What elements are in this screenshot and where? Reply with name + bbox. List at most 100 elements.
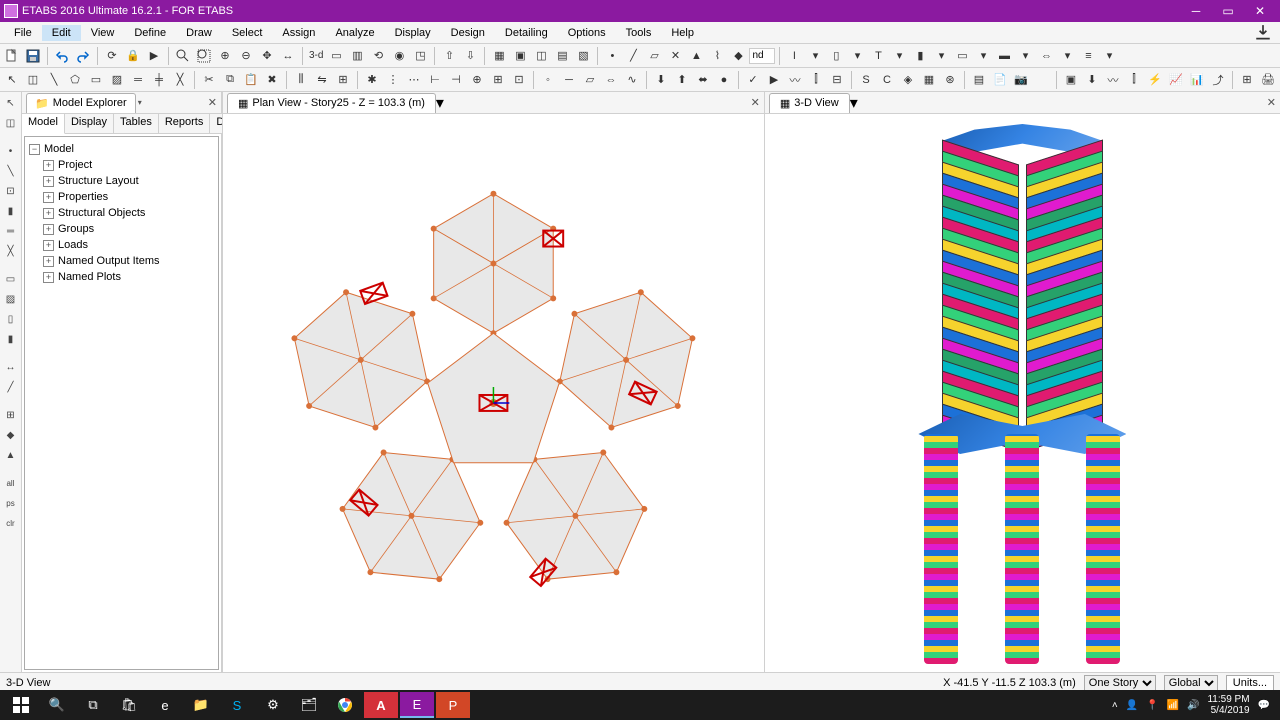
extend-icon[interactable]: ⊣ [446,70,466,90]
menu-assign[interactable]: Assign [272,25,325,41]
conn-design-icon[interactable]: ⊛ [940,70,960,90]
taskbar-app-store[interactable]: 🛍 [112,692,146,718]
tray-chevron-icon[interactable]: ˄ [1112,700,1118,711]
menu-detailing[interactable]: Detailing [495,25,558,41]
threeD-view-tab[interactable]: ▦ 3-D View [769,93,850,113]
minimize-button[interactable]: ─ [1180,0,1212,22]
steel-design-icon[interactable]: S [856,70,876,90]
draw-dim-icon[interactable]: ↔ [2,358,20,376]
comp-design-icon[interactable]: ◈ [898,70,918,90]
plan-dropdown-icon[interactable]: ▾ [436,93,444,113]
replicate-icon[interactable]: ⊞ [333,70,353,90]
taskbar-app-etabs[interactable]: E [400,692,434,718]
explorer-tab[interactable]: 📁 Model Explorer [26,93,136,113]
menu-view[interactable]: View [81,25,125,41]
menu-design[interactable]: Design [441,25,495,41]
orbit-icon[interactable]: ◉ [389,46,409,66]
zoom-out-icon[interactable]: ✥ [257,46,277,66]
perspective-icon[interactable]: ◳ [410,46,430,66]
draw-column-icon[interactable]: ▮ [2,202,20,220]
show-forces-icon[interactable]: ⫿ [806,70,826,90]
all-tool-icon[interactable]: all [2,474,20,492]
explorer-dropdown-icon[interactable]: ▾ [136,98,144,107]
assign-tendon-icon[interactable]: ∿ [622,70,642,90]
pointer-tool-icon[interactable]: ↖ [2,94,20,112]
mesh-icon[interactable]: ⊞ [488,70,508,90]
arrow-down-icon[interactable]: ⇩ [460,46,480,66]
pan-icon[interactable]: ↔ [278,46,298,66]
dropdown-8-icon[interactable]: ▾ [1099,46,1119,66]
load-case-icon[interactable]: ⬆ [672,70,692,90]
menu-analyze[interactable]: Analyze [325,25,384,41]
taskbar-app-explorer[interactable]: 🗂 [292,692,326,718]
screen-capture-icon[interactable]: 📷 [1011,70,1031,90]
print-icon[interactable]: 🖨 [1258,70,1278,90]
report-icon[interactable]: 📄 [990,70,1010,90]
copy-icon[interactable]: ⧉ [220,70,240,90]
draw-rect-icon[interactable]: ▭ [86,70,106,90]
status-story-select[interactable]: One Story [1084,675,1156,691]
restraint-icon[interactable]: ▲ [686,46,706,66]
draw-quick-frame-icon[interactable]: ⊡ [2,182,20,200]
run-analysis-icon[interactable]: ▶ [764,70,784,90]
display-deform-icon[interactable]: 〰 [1103,70,1123,90]
draw-floor-icon[interactable]: ▭ [2,270,20,288]
nd-input[interactable] [749,48,775,64]
tray-clock[interactable]: 11:59 PM 5/4/2019 [1207,694,1249,716]
section-icon[interactable]: ▤ [552,46,572,66]
dropdown-4-icon[interactable]: ▾ [931,46,951,66]
draw-joint-icon[interactable]: • [2,142,20,160]
conc-design-icon[interactable]: C [877,70,897,90]
draw-sec-beam-icon[interactable]: ═ [2,222,20,240]
undo-icon[interactable] [52,46,72,66]
zoom-in-icon[interactable]: ⊖ [236,46,256,66]
menu-draw[interactable]: Draw [176,25,222,41]
divide-frame-icon[interactable]: ⋮ [383,70,403,90]
taskbar-app-ppt[interactable]: P [436,692,470,718]
deck-icon[interactable]: ▬ [994,46,1014,66]
check-icon[interactable]: ✓ [743,70,763,90]
tree-groups[interactable]: +Groups [29,221,214,237]
draw-quick-icon[interactable]: ▨ [107,70,127,90]
zoom-extents-icon[interactable] [194,46,214,66]
menu-tools[interactable]: Tools [616,25,662,41]
display-options-icon[interactable]: ▧ [573,46,593,66]
table-output-icon[interactable]: ⊞ [1237,70,1257,90]
draw-wall-tool-icon[interactable]: ▯ [2,310,20,328]
dropdown-1-icon[interactable]: ▾ [805,46,825,66]
mass-icon[interactable]: ◆ [728,46,748,66]
threeD-view-canvas[interactable] [765,114,1280,672]
dropdown-6-icon[interactable]: ▾ [1015,46,1035,66]
align-icon[interactable]: ⫼ [291,70,311,90]
dropdown-7-icon[interactable]: ▾ [1057,46,1077,66]
status-coord-select[interactable]: Global [1164,675,1218,691]
taskbar-app-autocad[interactable]: A [364,692,398,718]
explorer-tab-reports[interactable]: Reports [159,114,211,133]
select-area-icon[interactable]: ▱ [644,46,664,66]
zoom-window-icon[interactable] [173,46,193,66]
plan-icon[interactable]: ▭ [326,46,346,66]
paste-icon[interactable]: 📋 [241,70,261,90]
shrink-icon[interactable]: ◫ [531,46,551,66]
display-pushover-icon[interactable]: ⤴ [1208,70,1228,90]
draw-line-icon[interactable]: ╲ [44,70,64,90]
assign-shell-icon[interactable]: ▱ [580,70,600,90]
divide-joint-icon[interactable]: ✱ [362,70,382,90]
ps-tool-icon[interactable]: ps [2,494,20,512]
display-response-icon[interactable]: 📈 [1166,70,1186,90]
zoom-prev-icon[interactable]: ⊕ [215,46,235,66]
elev-icon[interactable]: ▥ [347,46,367,66]
taskbar-app-skype[interactable]: S [220,692,254,718]
snap-point-icon[interactable]: ◆ [2,426,20,444]
explorer-tab-display[interactable]: Display [65,114,114,133]
menu-define[interactable]: Define [124,25,176,41]
display-load-icon[interactable]: ⬇ [1082,70,1102,90]
menu-options[interactable]: Options [558,25,616,41]
cut-icon[interactable]: ✂ [199,70,219,90]
draw-brace-icon[interactable]: ╳ [170,70,190,90]
tree-structural-objects[interactable]: +Structural Objects [29,205,214,221]
download-icon[interactable] [1254,24,1272,42]
rect-section-icon[interactable]: ▯ [826,46,846,66]
plan-view-canvas[interactable] [223,114,764,672]
link-icon[interactable]: ⇔ [1036,46,1056,66]
